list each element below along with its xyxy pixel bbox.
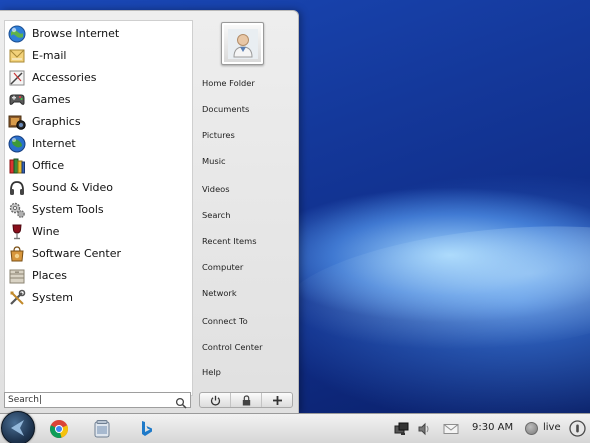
power-icon — [210, 395, 220, 406]
app-item-graphics[interactable]: Graphics — [7, 111, 187, 132]
app-item-label: E-mail — [32, 49, 67, 62]
place-item-help[interactable]: Help — [202, 365, 221, 379]
tray-volume[interactable] — [415, 420, 433, 438]
tray-mail[interactable] — [442, 420, 460, 438]
taskbar-app-file-manager[interactable] — [91, 418, 113, 440]
place-item-network[interactable]: Network — [202, 286, 237, 300]
app-item-games[interactable]: Games — [7, 89, 187, 110]
headphones-icon — [7, 178, 27, 198]
places-icon — [7, 266, 27, 286]
app-item-places[interactable]: Places — [7, 265, 187, 286]
app-item-label: Wine — [32, 225, 60, 238]
mail-icon — [443, 424, 459, 434]
taskbar-app-bing[interactable] — [135, 418, 157, 440]
network-icon — [394, 422, 409, 435]
app-item-label: Software Center — [32, 247, 122, 260]
app-item-label: Places — [32, 269, 67, 282]
search-box — [4, 392, 191, 409]
gears-icon — [7, 200, 27, 220]
clock[interactable]: 9:30 AM — [472, 422, 513, 433]
wine-glass-icon — [7, 222, 27, 242]
place-item-control-center[interactable]: Control Center — [202, 340, 263, 354]
app-item-system[interactable]: System — [7, 287, 187, 308]
volume-icon — [418, 422, 429, 436]
place-item-pictures[interactable]: Pictures — [202, 128, 235, 142]
app-item-email[interactable]: E-mail — [7, 45, 187, 66]
search-icon[interactable] — [175, 394, 187, 409]
office-icon — [7, 156, 27, 176]
lock-screen-button[interactable] — [231, 393, 262, 407]
user-silhouette-icon — [227, 28, 258, 59]
place-item-connect-to[interactable]: Connect To — [202, 314, 248, 328]
place-item-computer[interactable]: Computer — [202, 260, 243, 274]
place-item-documents[interactable]: Documents — [202, 102, 249, 116]
taskbar-app-chrome[interactable] — [48, 418, 70, 440]
user-avatar[interactable] — [221, 22, 264, 65]
globe-icon — [7, 134, 27, 154]
file-manager-icon — [94, 420, 110, 438]
app-item-label: Office — [32, 159, 65, 172]
app-item-internet[interactable]: Internet — [7, 133, 187, 154]
start-logo-icon — [11, 420, 24, 436]
app-item-accessories[interactable]: Accessories — [7, 67, 187, 88]
tools-icon — [7, 288, 27, 308]
app-item-wine[interactable]: Wine — [7, 221, 187, 242]
app-item-label: System Tools — [32, 203, 104, 216]
app-item-label: Accessories — [32, 71, 97, 84]
mail-icon — [7, 46, 27, 66]
power-icon — [569, 420, 586, 437]
place-item-search[interactable]: Search — [202, 208, 231, 222]
gamepad-icon — [7, 90, 27, 110]
applications-panel: Browse Internet E-mail Accessories Games — [4, 20, 193, 396]
add-button[interactable] — [262, 393, 292, 407]
accessories-icon — [7, 68, 27, 88]
app-item-office[interactable]: Office — [7, 155, 187, 176]
place-item-videos[interactable]: Videos — [202, 182, 230, 196]
user-status-icon[interactable] — [525, 422, 538, 435]
software-center-icon — [7, 244, 27, 264]
wallpaper-light-sweep — [274, 208, 590, 372]
app-item-label: Internet — [32, 137, 76, 150]
search-input[interactable] — [5, 394, 171, 406]
place-item-music[interactable]: Music — [202, 154, 226, 168]
app-item-software-center[interactable]: Software Center — [7, 243, 187, 264]
app-item-browse-internet[interactable]: Browse Internet — [7, 23, 187, 44]
app-item-label: Graphics — [32, 115, 81, 128]
app-item-label: Browse Internet — [32, 27, 120, 40]
start-menu-button[interactable] — [1, 411, 35, 443]
app-item-label: Sound & Video — [32, 181, 114, 194]
app-item-label: System — [32, 291, 74, 304]
tray-power[interactable] — [569, 420, 586, 437]
place-item-home-folder[interactable]: Home Folder — [202, 76, 255, 90]
chrome-icon — [49, 420, 69, 438]
plus-icon — [272, 395, 282, 405]
app-item-system-tools[interactable]: System Tools — [7, 199, 187, 220]
place-item-recent-items[interactable]: Recent Items — [202, 234, 257, 248]
taskbar: 9:30 AM live — [0, 411, 590, 443]
lock-icon — [242, 394, 250, 405]
session-controls — [199, 392, 293, 408]
app-item-label: Games — [32, 93, 71, 106]
tray-network[interactable] — [393, 420, 411, 438]
globe-browser-icon — [7, 24, 27, 44]
shutdown-button[interactable] — [200, 393, 231, 407]
username[interactable]: live — [543, 422, 561, 433]
start-menu: Browse Internet E-mail Accessories Games — [0, 10, 299, 414]
bing-icon — [142, 421, 152, 436]
graphics-icon — [7, 112, 27, 132]
app-item-sound-video[interactable]: Sound & Video — [7, 177, 187, 198]
